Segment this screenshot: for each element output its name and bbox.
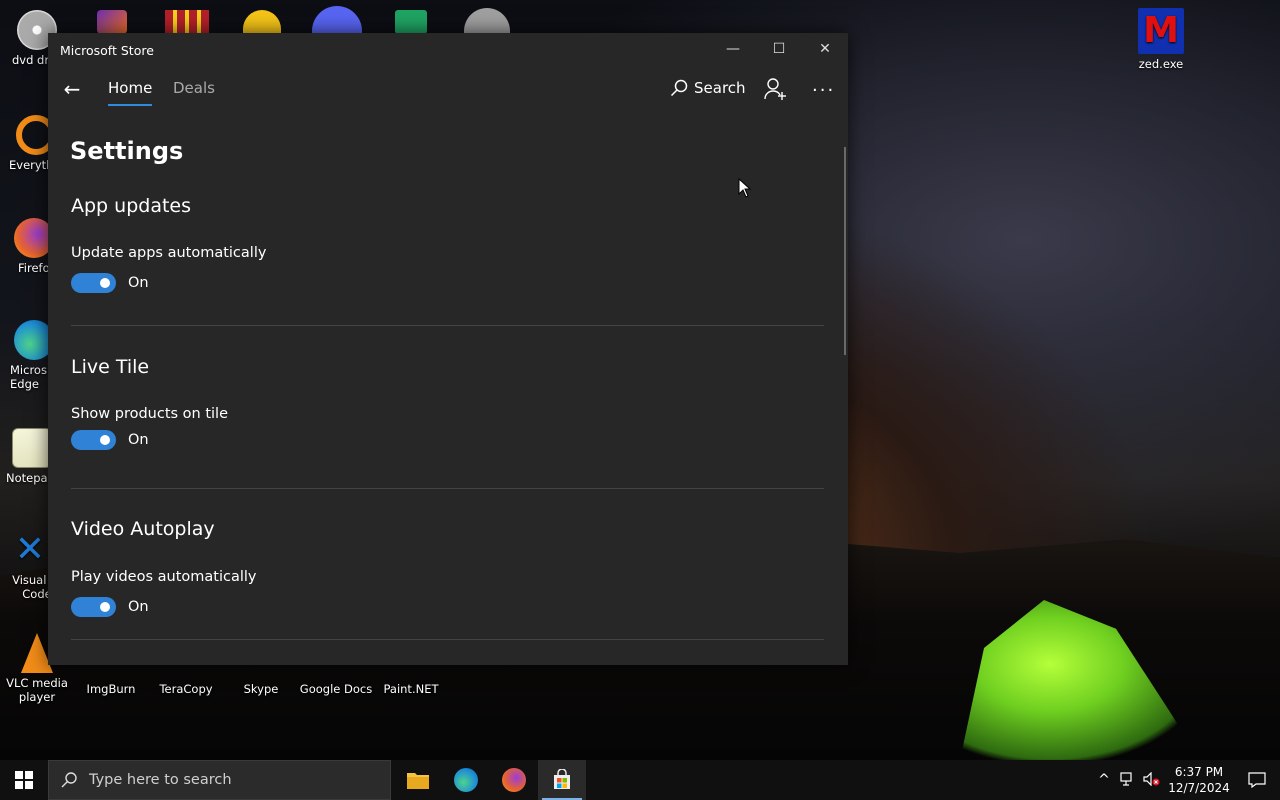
desktop-icon-paintnet[interactable]: Paint.NET — [374, 665, 448, 696]
divider — [71, 639, 824, 640]
desktop-icon-label: zed.exe — [1138, 57, 1184, 71]
taskbar: Type here to search ^ 6:37 PM 12/7/2024 — [0, 760, 1280, 800]
taskbar-clock[interactable]: 6:37 PM 12/7/2024 — [1164, 764, 1234, 796]
close-button[interactable]: ✕ — [802, 33, 848, 65]
tab-deals[interactable]: Deals — [173, 79, 215, 97]
notepad-icon — [12, 428, 52, 468]
section-title-app-updates: App updates — [71, 195, 192, 217]
network-icon[interactable] — [1116, 771, 1140, 789]
desktop-icon-label: Paint.NET — [383, 682, 439, 696]
taskbar-search-box[interactable]: Type here to search — [48, 760, 391, 800]
scrollbar[interactable] — [844, 147, 846, 355]
divider — [71, 325, 824, 326]
toggle-state: On — [128, 599, 149, 615]
toggle-state: On — [128, 432, 149, 448]
mouse-cursor-icon — [738, 178, 752, 198]
volume-muted-icon[interactable] — [1140, 771, 1164, 789]
store-navbar: ← Home Deals Search ... — [48, 67, 848, 112]
desktop-icon-label: TeraCopy — [159, 682, 213, 696]
setting-label-play-videos: Play videos automatically — [71, 569, 257, 585]
toggle-row-show-products: On — [71, 430, 149, 450]
section-title-video-autoplay: Video Autoplay — [71, 518, 215, 540]
taskbar-edge[interactable] — [442, 760, 490, 800]
edge-icon — [454, 768, 478, 792]
action-center-button[interactable] — [1234, 772, 1280, 788]
toggle-row-update-apps: On — [71, 273, 149, 293]
taskbar-file-explorer[interactable] — [394, 760, 442, 800]
speaker-icon — [1143, 771, 1160, 786]
desktop-icon-imgburn[interactable]: ImgBurn — [74, 665, 148, 696]
back-button[interactable]: ← — [60, 77, 84, 101]
add-user-icon — [764, 78, 786, 100]
search-label: Search — [694, 79, 746, 97]
window-controls: — ☐ ✕ — [710, 33, 848, 65]
tab-home[interactable]: Home — [108, 79, 153, 106]
desktop-icon-partial-2[interactable] — [165, 10, 209, 34]
taskbar-microsoft-store[interactable] — [538, 760, 586, 800]
desktop-icon-label: Google Docs — [299, 682, 373, 696]
toggle-state: On — [128, 275, 149, 291]
search-button[interactable]: Search — [670, 79, 746, 97]
window-titlebar[interactable]: Microsoft Store — ☐ ✕ — [48, 33, 848, 67]
system-tray: ^ 6:37 PM 12/7/2024 — [1092, 760, 1280, 800]
search-icon — [670, 79, 688, 97]
windows-logo-icon — [15, 771, 33, 789]
microsoft-store-window: Microsoft Store — ☐ ✕ ← Home Deals Searc… — [48, 33, 848, 665]
desktop-icon-skype[interactable]: Skype — [224, 665, 298, 696]
firefox-icon — [502, 768, 526, 792]
desktop-icon-partial-sheets[interactable] — [395, 10, 427, 34]
desktop-icon-partial-3[interactable] — [243, 10, 281, 34]
vscode-icon: ✕ — [14, 529, 46, 570]
tray-chevron-up-icon[interactable]: ^ — [1092, 772, 1116, 788]
more-options-button[interactable]: ... — [812, 75, 835, 96]
desktop-icon-label: ImgBurn — [86, 682, 136, 696]
desktop-icon-partial-discord[interactable] — [312, 6, 362, 34]
account-button[interactable] — [763, 77, 787, 101]
notification-icon — [1248, 772, 1266, 788]
divider — [71, 488, 824, 489]
clock-time: 6:37 PM — [1174, 765, 1224, 779]
toggle-row-play-videos: On — [71, 597, 149, 617]
desktop-icon-partial-1[interactable] — [97, 10, 127, 34]
taskbar-firefox[interactable] — [490, 760, 538, 800]
update-apps-toggle[interactable] — [71, 273, 116, 293]
clock-date: 12/7/2024 — [1168, 781, 1230, 795]
page-title: Settings — [70, 137, 184, 165]
window-title: Microsoft Store — [60, 42, 154, 58]
folder-icon — [407, 773, 429, 789]
setting-label-show-products: Show products on tile — [71, 406, 229, 422]
store-bag-icon — [554, 769, 570, 789]
minimize-button[interactable]: — — [710, 33, 756, 65]
desktop-icon-teracopy[interactable]: TeraCopy — [149, 665, 223, 696]
section-title-live-tile: Live Tile — [71, 356, 150, 378]
desktop-icon-zed[interactable]: M zed.exe — [1124, 8, 1198, 71]
setting-label-update-apps: Update apps automatically — [71, 245, 267, 261]
network-icon-svg — [1120, 771, 1132, 786]
show-products-toggle[interactable] — [71, 430, 116, 450]
desktop-icon-label: VLC media player — [6, 676, 68, 704]
desktop-icon-google-docs[interactable]: Google Docs — [299, 665, 373, 696]
zed-icon: M — [1138, 8, 1184, 54]
taskbar-search-placeholder: Type here to search — [89, 772, 232, 788]
maximize-button[interactable]: ☐ — [756, 33, 802, 65]
start-button[interactable] — [0, 760, 48, 800]
desktop-icon-label: Skype — [243, 682, 279, 696]
search-icon — [61, 772, 77, 788]
desktop-icon-partial-6[interactable] — [464, 8, 510, 34]
play-videos-toggle[interactable] — [71, 597, 116, 617]
